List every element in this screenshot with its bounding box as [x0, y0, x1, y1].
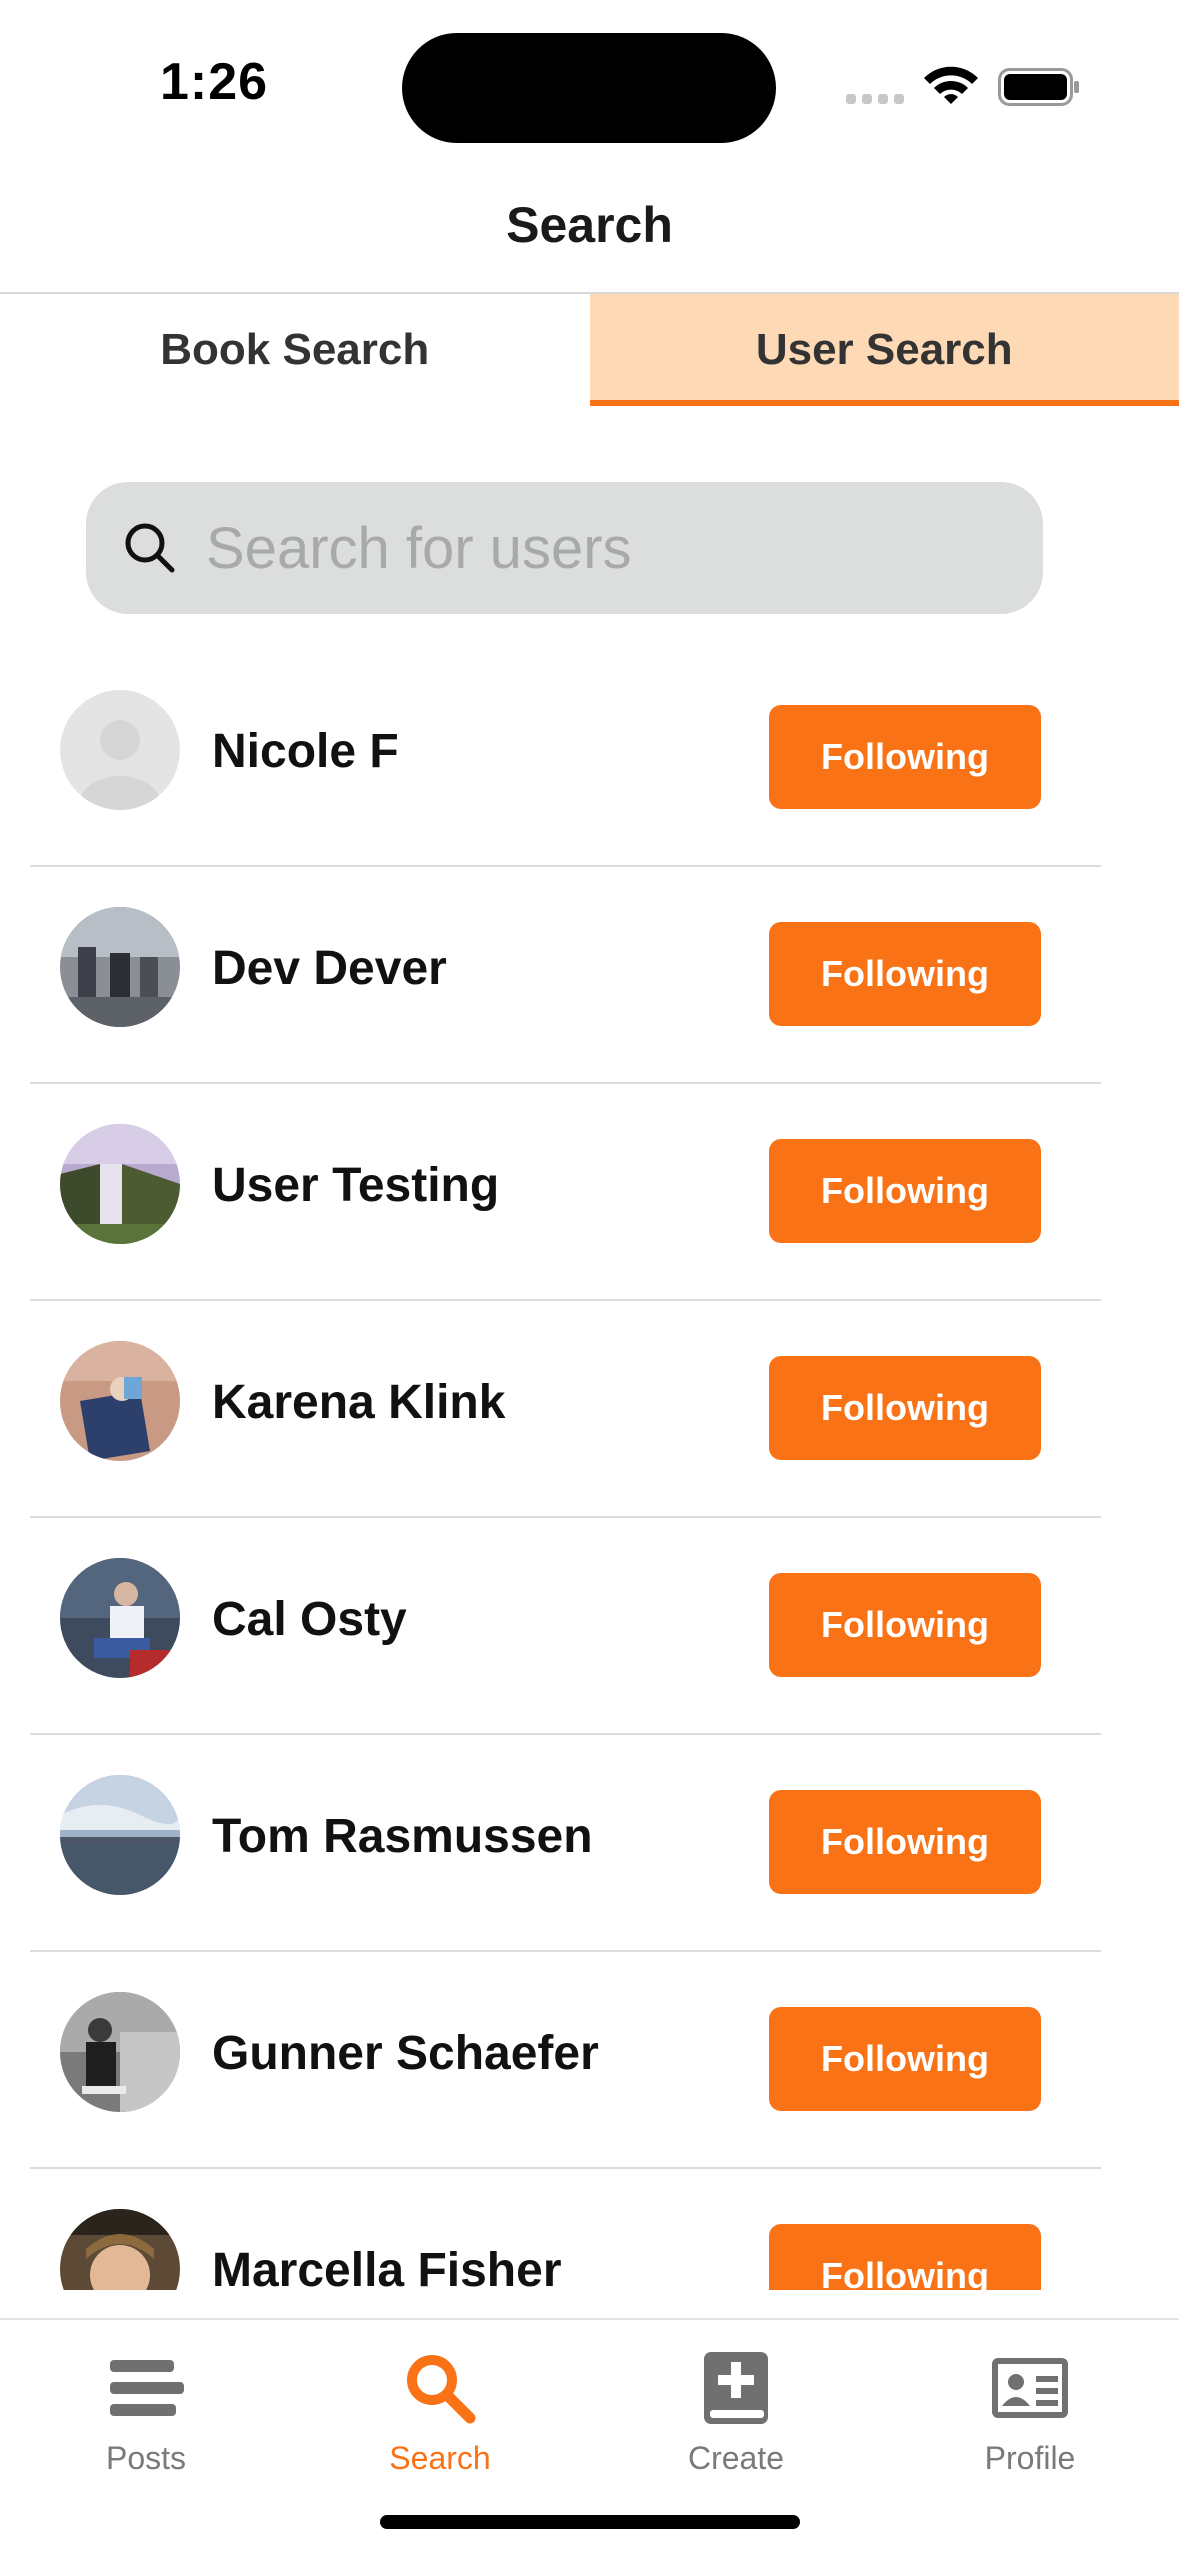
- tab-book-search[interactable]: Book Search: [0, 294, 590, 406]
- cellular-signal-icon: [846, 94, 904, 104]
- user-name[interactable]: Nicole F: [212, 724, 399, 779]
- status-bar: 1:26: [0, 0, 1179, 170]
- tab-label: Create: [687, 2440, 785, 2476]
- user-name[interactable]: Tom Rasmussen: [212, 1809, 593, 1864]
- avatar: [60, 1124, 180, 1244]
- user-row[interactable]: Dev Dever Following: [0, 867, 1179, 1084]
- tab-create[interactable]: Create: [636, 2348, 836, 2477]
- avatar: [60, 1341, 180, 1461]
- avatar: [60, 1775, 180, 1895]
- following-button[interactable]: Following: [769, 2007, 1041, 2111]
- tab-search[interactable]: Search: [340, 2348, 540, 2477]
- posts-icon: [110, 2360, 184, 2416]
- following-button[interactable]: Following: [769, 1356, 1041, 1460]
- status-time: 1:26: [160, 53, 269, 111]
- home-indicator[interactable]: [380, 2515, 800, 2529]
- following-button[interactable]: Following: [769, 1790, 1041, 1894]
- tab-label: Search: [389, 2440, 491, 2476]
- following-button[interactable]: Following: [769, 1139, 1041, 1243]
- user-name[interactable]: User Testing: [212, 1158, 499, 1213]
- create-book-icon: [704, 2352, 768, 2424]
- tab-profile[interactable]: Profile: [930, 2348, 1130, 2477]
- following-button[interactable]: Following: [769, 2224, 1041, 2290]
- profile-card-icon: [992, 2358, 1068, 2418]
- search-icon: [125, 523, 175, 573]
- search-icon: [407, 2355, 476, 2424]
- search-bar[interactable]: [86, 482, 1043, 614]
- following-button[interactable]: Following: [769, 705, 1041, 809]
- tab-posts[interactable]: Posts: [46, 2348, 246, 2477]
- tab-label: Profile: [984, 2440, 1076, 2476]
- user-row[interactable]: Marcella Fisher Following: [0, 2169, 1179, 2290]
- battery-icon: [998, 68, 1079, 106]
- wifi-icon: [924, 66, 978, 104]
- user-row[interactable]: Karena Klink Following: [0, 1301, 1179, 1518]
- tab-user-search[interactable]: User Search: [589, 294, 1179, 406]
- avatar: [60, 2209, 180, 2290]
- page-title: Search: [506, 197, 673, 253]
- user-row[interactable]: Gunner Schaefer Following: [0, 1952, 1179, 2169]
- user-name[interactable]: Dev Dever: [212, 941, 447, 996]
- user-list[interactable]: Nicole F Following Dev Dever Following U…: [0, 650, 1179, 2290]
- search-mode-tabs: Book Search User Search: [0, 294, 1179, 406]
- user-row[interactable]: Nicole F Following: [0, 650, 1179, 867]
- dynamic-island: [402, 33, 776, 143]
- following-button[interactable]: Following: [769, 1573, 1041, 1677]
- tab-label: Posts: [105, 2440, 187, 2476]
- user-row[interactable]: Cal Osty Following: [0, 1518, 1179, 1735]
- avatar: [60, 907, 180, 1027]
- avatar: [60, 1992, 180, 2112]
- user-name[interactable]: Marcella Fisher: [212, 2243, 562, 2290]
- user-name[interactable]: Cal Osty: [212, 1592, 407, 1647]
- user-row[interactable]: Tom Rasmussen Following: [0, 1735, 1179, 1952]
- avatar: [60, 1558, 180, 1678]
- avatar-placeholder-icon: [60, 690, 180, 810]
- search-input[interactable]: [206, 514, 1006, 582]
- user-name[interactable]: Karena Klink: [212, 1375, 505, 1430]
- following-button[interactable]: Following: [769, 922, 1041, 1026]
- user-name[interactable]: Gunner Schaefer: [212, 2026, 599, 2081]
- user-row[interactable]: User Testing Following: [0, 1084, 1179, 1301]
